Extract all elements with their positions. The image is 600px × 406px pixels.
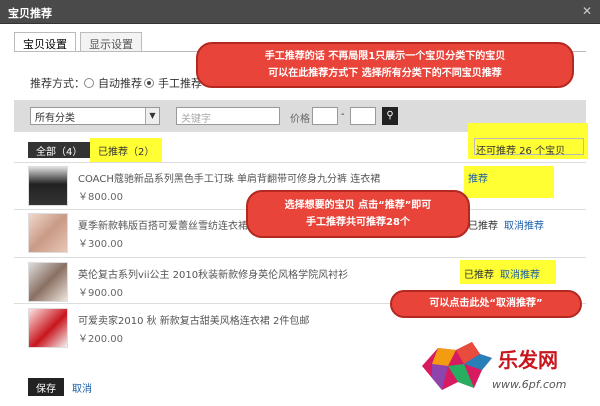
tab-item-settings[interactable]: 宝贝设置 <box>14 32 76 52</box>
recommended-label: 已推荐 <box>468 221 498 232</box>
product-status: 推荐 <box>468 170 488 185</box>
chevron-down-icon: ▼ <box>145 108 159 124</box>
product-name[interactable]: 英伦复古系列vii公主 2010秋装新款修身英伦风格学院风衬衫 <box>78 266 418 281</box>
annotation-bottom: 可以点击此处“取消推荐” <box>390 290 582 318</box>
row-divider <box>14 257 586 258</box>
remaining-count-highlight: 还可推荐 26 个宝贝 <box>468 123 588 159</box>
price-dash: - <box>341 109 345 120</box>
row-divider <box>14 162 586 163</box>
product-price: ￥300.00 <box>78 239 123 250</box>
price-label: 价格 <box>290 114 310 125</box>
product-price: ￥200.00 <box>78 334 123 345</box>
product-thumbnail[interactable] <box>28 166 68 206</box>
radio-icon <box>84 78 94 88</box>
product-name[interactable]: 可爱卖家2010 秋 新款复古甜美风格连衣裙 2件包邮 <box>78 312 418 327</box>
annotation-middle: 选择想要的宝贝 点击“推荐”即可 手工推荐共可推荐28个 <box>246 190 470 238</box>
recommend-mode-label: 推荐方式： <box>30 77 85 90</box>
remaining-count-text: 还可推荐 26 个宝贝 <box>476 146 566 157</box>
product-price: ￥900.00 <box>78 288 123 299</box>
annotation-top: 手工推荐的话 不再局限1只展示一个宝贝分类下的宝贝 可以在此推荐方式下 选择所有… <box>196 42 574 88</box>
radio-auto-recommend[interactable]: 自动推荐 <box>84 75 142 91</box>
filter-all-button[interactable]: 全部（4） <box>28 142 91 158</box>
watermark-logo: 乐发网 www.6pf.com <box>418 336 598 404</box>
keyword-input[interactable]: 关键字 <box>176 107 280 125</box>
filter-recommended-button[interactable]: 已推荐（2） <box>90 138 163 162</box>
price-max-input[interactable] <box>350 107 376 125</box>
product-status: 已推荐 取消推荐 <box>468 217 544 232</box>
cancel-recommend-link[interactable]: 取消推荐 <box>500 270 540 281</box>
bull-logo-icon <box>422 342 492 390</box>
cancel-button[interactable]: 取消 <box>72 380 92 395</box>
magnifier-icon[interactable]: ⚲ <box>382 107 398 125</box>
radio-selected-icon <box>144 78 154 88</box>
product-thumbnail[interactable] <box>28 213 68 253</box>
price-min-input[interactable] <box>312 107 338 125</box>
product-price: ￥800.00 <box>78 192 123 203</box>
product-name[interactable]: COACH蔻驰新品系列黑色手工订珠 单肩背翻带可修身九分裤 连衣裙 <box>78 170 418 185</box>
product-thumbnail[interactable] <box>28 262 68 302</box>
recommend-link[interactable]: 推荐 <box>468 174 488 185</box>
watermark-brand: 乐发网 <box>498 348 558 372</box>
recommended-label: 已推荐 <box>464 270 494 281</box>
product-status: 已推荐 取消推荐 <box>464 266 540 281</box>
save-button[interactable]: 保存 <box>28 378 64 396</box>
cancel-recommend-link[interactable]: 取消推荐 <box>504 221 544 232</box>
category-select[interactable]: 所有分类 ▼ <box>30 107 160 125</box>
radio-manual-recommend[interactable]: 手工推荐 <box>144 75 202 91</box>
tab-display-settings[interactable]: 显示设置 <box>80 32 142 52</box>
watermark-url: www.6pf.com <box>492 378 567 391</box>
product-thumbnail[interactable] <box>28 308 68 348</box>
dialog-titlebar: 宝贝推荐 ✕ <box>0 0 600 24</box>
summary-row: 全部（4） 已推荐（2） 还可推荐 26 个宝贝 <box>28 123 588 162</box>
close-icon[interactable]: ✕ <box>582 4 592 18</box>
dialog-title: 宝贝推荐 <box>8 7 52 20</box>
